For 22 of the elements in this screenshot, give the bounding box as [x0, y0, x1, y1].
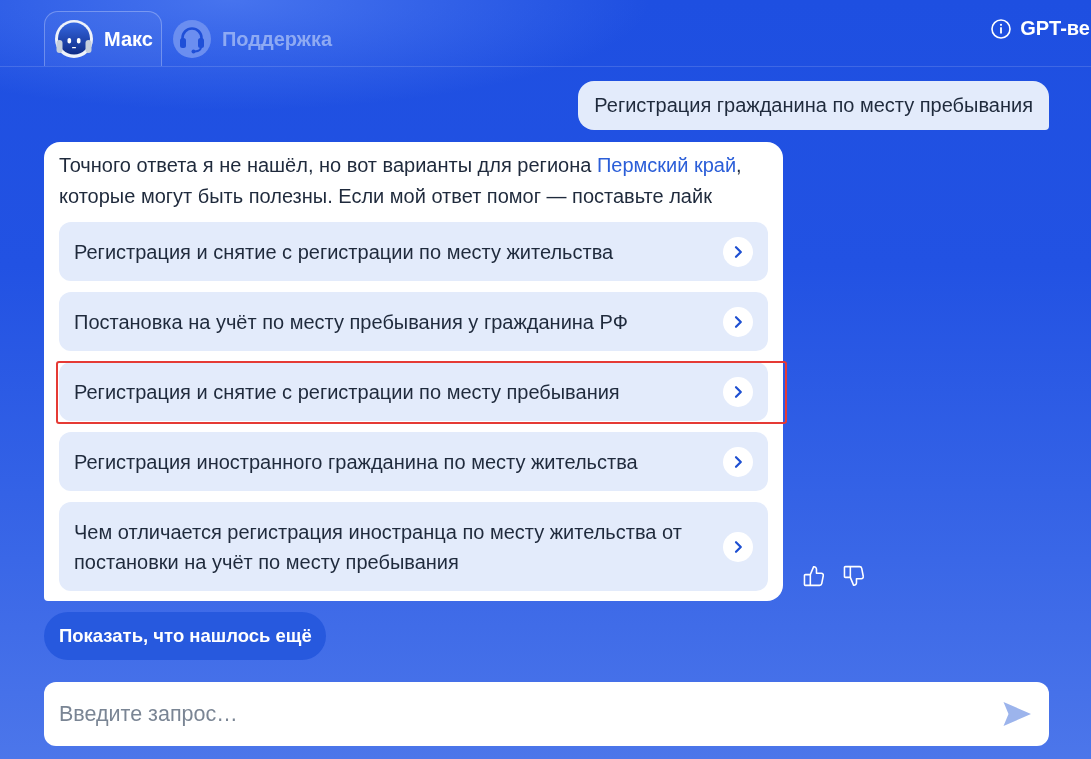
chevron-right-icon: [723, 376, 753, 407]
chevron-right-icon: [723, 446, 753, 477]
suggestion-button[interactable]: Регистрация и снятие с регистрации по месту жительства: [59, 222, 768, 281]
suggestion-button[interactable]: Регистрация и снятие с регистрации по месту пребывания: [59, 362, 768, 421]
bot-message-text: Точного ответа я не нашёл, но вот варианты для региона Пермский край, которые могут быть полезны. Если мой ответ помог — поставьте лайк: [59, 153, 743, 209]
suggestion-button[interactable]: Постановка на учёт по месту пребывания у гражданина РФ: [59, 292, 768, 351]
gpt-info-link[interactable]: GPT-ве: [991, 17, 1091, 40]
thumbs-down-icon[interactable]: [843, 564, 865, 588]
suggestion-button[interactable]: Регистрация иностранного гражданина по месту жительства: [59, 432, 768, 491]
show-more-button[interactable]: Показать, что нашлось ещё: [44, 612, 326, 660]
chevron-right-icon: [723, 306, 753, 337]
headset-icon: [172, 20, 211, 58]
chevron-right-icon: [723, 236, 753, 267]
query-input[interactable]: Введите запрос…: [44, 682, 1049, 746]
info-icon: [991, 18, 1012, 39]
tab[interactable]: Макс: [44, 11, 162, 66]
user-message: Регистрация гражданина по месту пребывания: [578, 81, 1049, 130]
thumbs-up-icon[interactable]: [803, 564, 825, 588]
chevron-right-icon: [723, 531, 753, 562]
suggestion-button[interactable]: Чем отличается регистрация иностранца по месту жительства от постановки на учёт по месту пребывания: [59, 502, 768, 591]
region-link[interactable]: Пермский край: [596, 154, 737, 176]
robot-avatar-icon: [55, 20, 93, 58]
